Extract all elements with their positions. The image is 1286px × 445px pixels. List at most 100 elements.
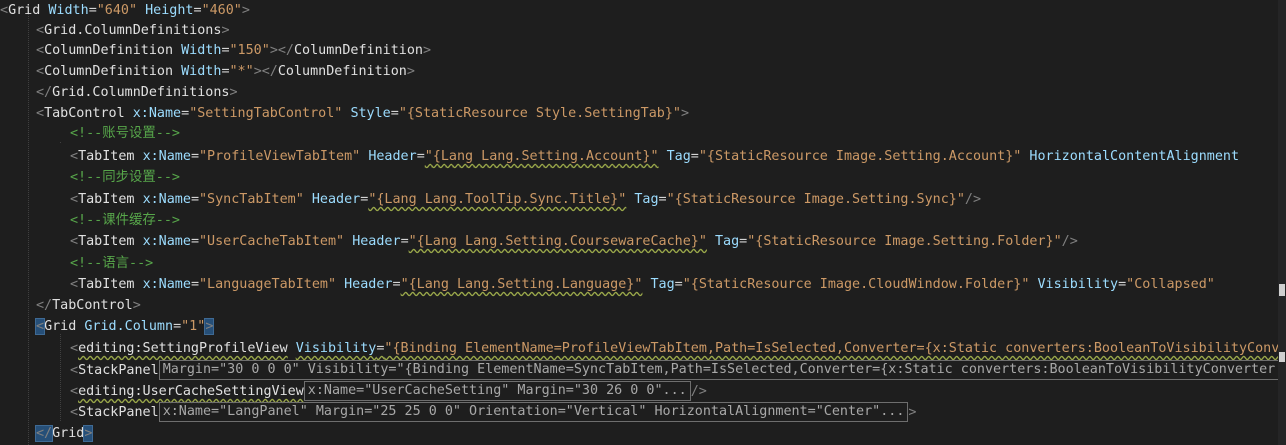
attribute-value: "ProfileViewTabItem" — [199, 149, 361, 164]
tag-name: Grid — [44, 319, 77, 334]
attribute-name: Visibility — [1037, 277, 1119, 292]
bracket: < — [36, 22, 45, 38]
code-line-3: <ColumnDefinition Width="150"></ColumnDe… — [36, 40, 1286, 61]
code-line-4: <ColumnDefinition Width="*"></ColumnDefi… — [36, 61, 1286, 82]
code-line-6: <TabControl x:Name="SettingTabControl" S… — [36, 103, 1286, 124]
bracket: < — [70, 192, 79, 207]
attribute-name: x:Name — [142, 192, 191, 207]
attribute-name: Tag — [634, 192, 659, 207]
code-editor[interactable]: <Grid Width="640" Height="460"> <Grid.Co… — [0, 0, 1286, 445]
equals: = — [392, 277, 401, 292]
tag-name: Grid — [8, 3, 41, 18]
tag-name: TabControl — [52, 298, 133, 313]
attribute-value: "1" — [181, 319, 206, 334]
equals: = — [674, 277, 683, 292]
bracket: < — [70, 363, 79, 378]
equals: = — [221, 64, 230, 80]
collapsed-region[interactable]: Margin="30 0 0 0" Visibility="{Binding E… — [158, 360, 1286, 380]
attribute-value: "*" — [229, 64, 254, 80]
equals: = — [173, 319, 182, 334]
code-line-20: <StackPanel x:Name="LangPanel" Margin="25… — [70, 402, 1286, 423]
code-line-8: <TabItem x:Name="ProfileViewTabItem" Hea… — [70, 146, 1286, 167]
bracket: < — [36, 64, 45, 80]
attribute-value: "{Binding ElementName=ProfileViewTabItem… — [384, 341, 1286, 356]
tag-name: Grid.ColumnDefinitions — [44, 22, 222, 38]
bracket: < — [70, 149, 79, 164]
attribute-name: x:Name — [142, 277, 191, 292]
bracket: ></ — [253, 64, 278, 80]
attribute-name: x:Name — [142, 234, 191, 249]
attribute-name: Width — [181, 43, 222, 59]
attribute-value: "150" — [229, 43, 270, 59]
vertical-scrollbar[interactable] — [1278, 0, 1286, 445]
attribute-value: "{StaticResource Image.Setting.Account}" — [698, 149, 1022, 164]
attribute-value: "640" — [96, 3, 138, 18]
comment: <!--语言--> — [70, 256, 154, 271]
scroll-marker — [1279, 352, 1285, 362]
attribute-value: "Collapsed" — [1126, 277, 1215, 292]
equals: = — [400, 234, 409, 249]
bracket: /> — [1061, 234, 1078, 249]
code-line-5: </Grid.ColumnDefinitions> — [36, 82, 1286, 103]
code-line-11: <!--课件缓存--> — [70, 210, 1286, 231]
attribute-name: Width — [181, 64, 222, 80]
tag-name: ColumnDefinition — [44, 43, 174, 59]
tag-name: ColumnDefinition — [294, 43, 423, 59]
bracket: > — [423, 43, 432, 59]
attribute-value: "{Lang Lang.Setting.CoursewareCache}" — [408, 234, 707, 249]
equals: = — [190, 234, 199, 249]
code-line-7: <!--账号设置--> — [70, 123, 1286, 144]
attribute-name: Tag — [714, 234, 740, 249]
equals: = — [1118, 277, 1127, 292]
attribute-name: Style — [350, 105, 391, 121]
equals: = — [193, 3, 202, 18]
matched-bracket: < — [34, 318, 46, 335]
tag-name: Grid — [52, 426, 85, 441]
code-line-19: <editing:UserCacheSettingView x:Name="Use… — [70, 381, 1286, 402]
bracket: > — [221, 22, 230, 38]
equals: = — [181, 105, 190, 121]
matched-bracket: </ — [34, 425, 54, 442]
comment: <!--课件缓存--> — [70, 213, 180, 228]
bracket: < — [70, 405, 79, 420]
equals: = — [190, 192, 199, 207]
code-line-16: <Grid Grid.Column="1"> — [34, 316, 1286, 337]
matched-bracket: > — [204, 318, 215, 335]
bracket: > — [241, 3, 250, 18]
indent-guide — [28, 14, 29, 445]
comment: <!--同步设置--> — [70, 170, 180, 185]
code-line-21: </Grid> — [34, 423, 1286, 444]
attribute-name: Header — [352, 234, 401, 249]
attribute-name: Grid.Column — [84, 319, 174, 334]
collapsed-region[interactable]: x:Name="UserCacheSetting" Margin="30 26 … — [303, 381, 691, 401]
attribute-name: x:Name — [132, 105, 182, 121]
bracket: > — [229, 84, 238, 100]
bracket: </ — [36, 84, 53, 100]
collapsed-region[interactable]: x:Name="LangPanel" Margin="25 25 0 0" Or… — [158, 402, 909, 422]
attribute-value: "LanguageTabItem" — [199, 277, 337, 292]
code-line-12: <TabItem x:Name="UserCacheTabItem" Heade… — [70, 231, 1286, 252]
bracket: < — [70, 277, 79, 292]
equals: = — [221, 43, 230, 59]
code-line-14: <TabItem x:Name="LanguageTabItem" Header… — [70, 274, 1286, 295]
bracket: < — [36, 105, 45, 121]
code-line-1: <Grid Width="640" Height="460"> — [0, 0, 1286, 21]
comment: <!--账号设置--> — [70, 126, 180, 142]
bracket: ></ — [269, 43, 294, 59]
indent-guide — [60, 142, 61, 143]
attribute-name: Height — [145, 3, 194, 18]
code-line-17: <editing:SettingProfileView Visibility="… — [70, 338, 1286, 359]
attribute-value: "460" — [201, 3, 242, 18]
matched-bracket: > — [83, 425, 94, 442]
bracket: < — [70, 234, 79, 249]
